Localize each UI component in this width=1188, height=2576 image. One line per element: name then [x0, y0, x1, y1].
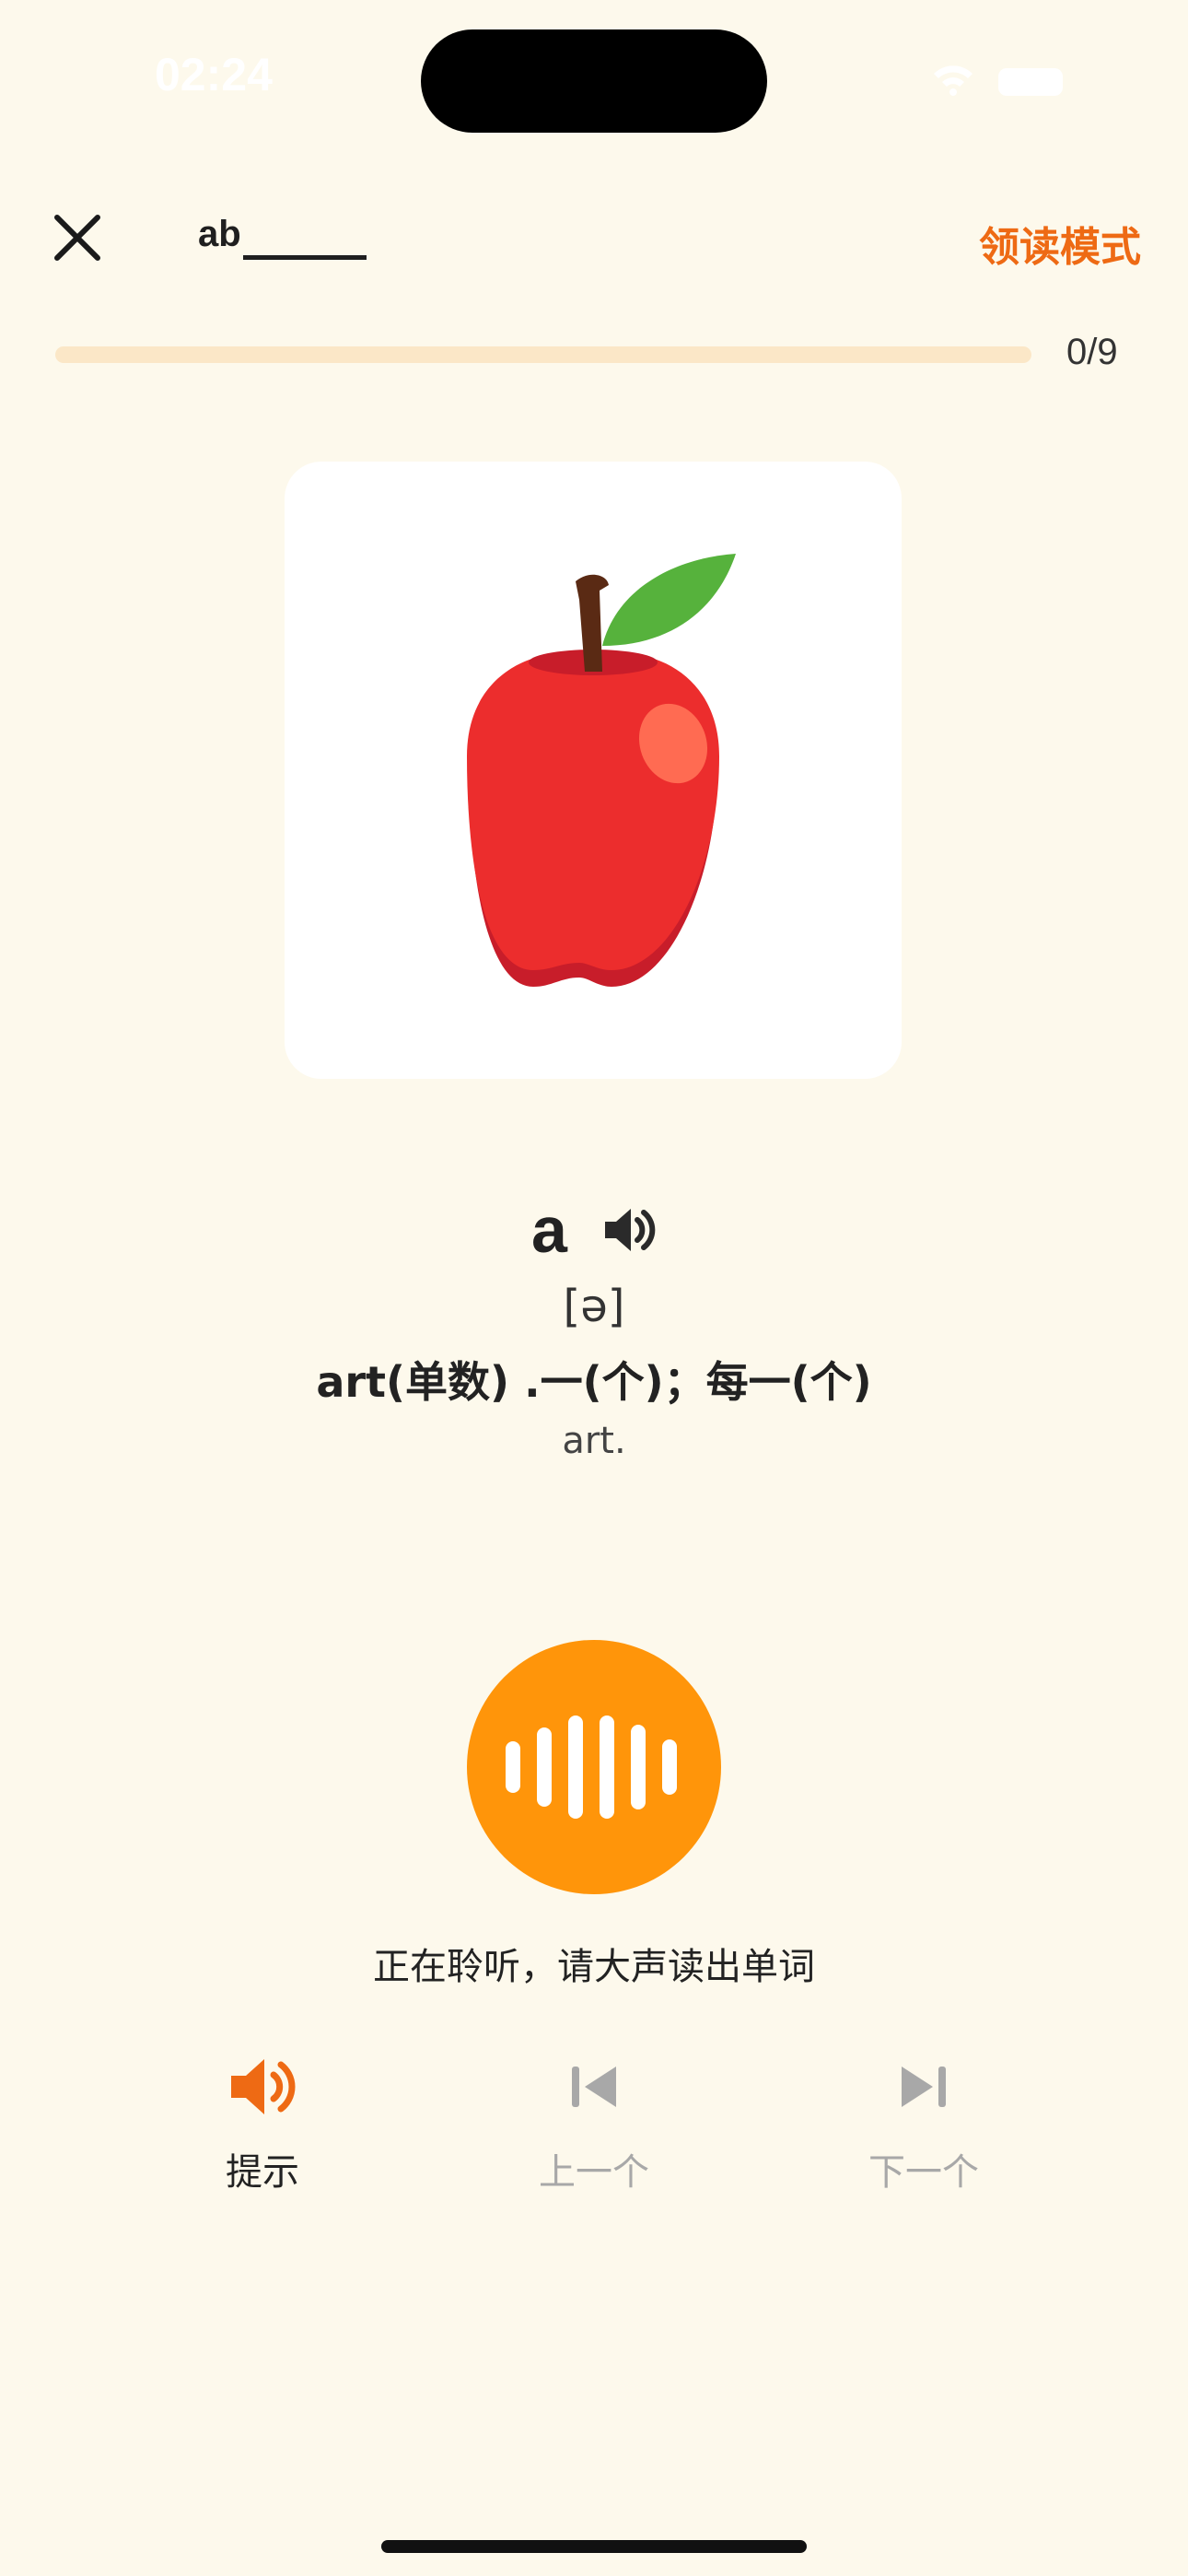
status-icons: [934, 65, 1063, 96]
next-button[interactable]: 下一个: [822, 2050, 1025, 2195]
word-meaning: art(单数) .一(个)；每一(个): [316, 1357, 872, 1407]
follow-read-mode-button[interactable]: 领读模式: [979, 214, 1141, 273]
speaker-icon[interactable]: [600, 1201, 657, 1259]
dynamic-island: [421, 29, 767, 133]
word-image-card: [285, 462, 902, 1079]
voice-record-button[interactable]: [467, 1640, 721, 1894]
skip-next-icon: [902, 2067, 946, 2107]
previous-label: 上一个: [539, 2151, 649, 2194]
close-button[interactable]: [44, 205, 111, 271]
sound-wave-icon: [506, 1715, 677, 1819]
progress-count: 0/9: [1066, 332, 1118, 372]
word-part-of-speech: art.: [562, 1420, 626, 1462]
word-row: a: [0, 1193, 1188, 1267]
wifi-icon: [934, 65, 973, 96]
word-text: a: [530, 1194, 567, 1266]
progress-bar: [55, 346, 1031, 363]
status-time: 02:24: [155, 49, 273, 100]
hint-label: 提示: [226, 2151, 299, 2194]
close-icon: [54, 215, 100, 261]
previous-button[interactable]: 上一个: [493, 2050, 695, 2195]
hint-button[interactable]: 提示: [161, 2050, 364, 2195]
word-blank-line: [243, 255, 367, 260]
listening-status-text: 正在聆听，请大声读出单词: [373, 1946, 815, 1988]
battery-icon: [998, 68, 1063, 96]
skip-previous-icon: [572, 2067, 616, 2107]
word-phonetic: [ə]: [563, 1281, 625, 1332]
next-label: 下一个: [868, 2151, 979, 2194]
word-prefix-title: ab: [198, 214, 241, 254]
speaker-hint-icon: [231, 2059, 296, 2114]
home-indicator: [381, 2540, 807, 2553]
apple-image: [467, 554, 736, 987]
